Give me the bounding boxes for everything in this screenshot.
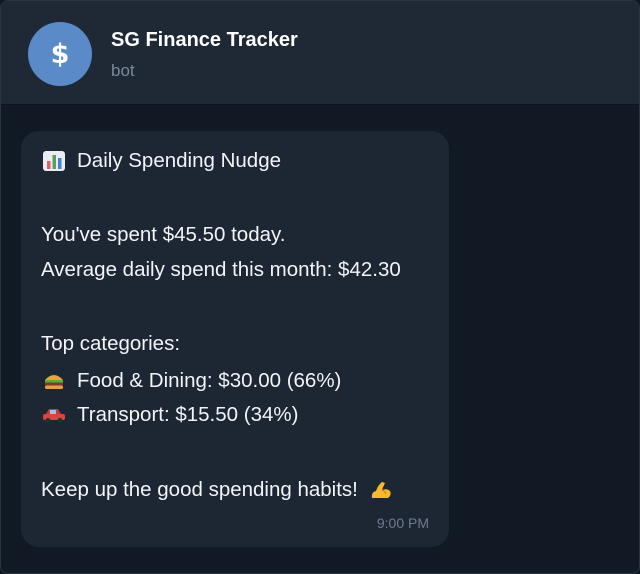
message-timestamp: 9:00 PM bbox=[376, 515, 429, 531]
message-bubble[interactable]: Daily Spending Nudge You've spent $45.50… bbox=[21, 131, 449, 547]
flexed-biceps-icon bbox=[368, 479, 394, 501]
chat-subtitle: bot bbox=[111, 61, 135, 80]
top-categories-label: Top categories: bbox=[41, 332, 181, 355]
category-transport-text: Transport: $15.50 (34%) bbox=[77, 403, 299, 426]
message-heading: Daily Spending Nudge bbox=[77, 149, 281, 172]
burger-icon bbox=[41, 370, 67, 392]
message-heading-line: Daily Spending Nudge bbox=[41, 149, 281, 173]
bar-chart-icon bbox=[41, 150, 67, 172]
average-spend-text: Average daily spend this month: $42.30 bbox=[41, 258, 401, 281]
avatar-symbol: $ bbox=[50, 38, 70, 70]
chat-header[interactable]: $ SG Finance Tracker bot bbox=[1, 1, 639, 105]
car-icon bbox=[41, 404, 67, 426]
chat-window: $ SG Finance Tracker bot Daily Spending … bbox=[0, 0, 640, 574]
spent-today-text: You've spent $45.50 today. bbox=[41, 223, 286, 246]
avatar[interactable]: $ bbox=[28, 22, 92, 86]
chat-title[interactable]: SG Finance Tracker bbox=[111, 29, 298, 52]
category-transport-line: Transport: $15.50 (34%) bbox=[41, 403, 298, 427]
closing-line: Keep up the good spending habits! bbox=[41, 478, 394, 502]
category-food-line: Food & Dining: $30.00 (66%) bbox=[41, 369, 341, 393]
category-food-text: Food & Dining: $30.00 (66%) bbox=[77, 369, 342, 392]
closing-text: Keep up the good spending habits! bbox=[41, 478, 358, 501]
